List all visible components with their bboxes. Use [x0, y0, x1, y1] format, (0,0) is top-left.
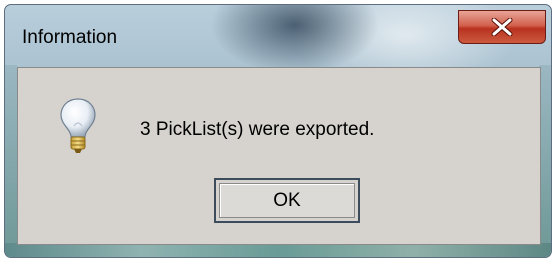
lightbulb-icon: [60, 98, 96, 153]
dialog-message: 3 PickList(s) were exported.: [140, 119, 375, 140]
close-button[interactable]: [458, 10, 546, 44]
ok-button-label: OK: [219, 183, 355, 218]
information-dialog: Information 3 PickList(s) were exported.…: [4, 4, 552, 258]
window-frame-bottom: [5, 243, 551, 257]
dialog-body: 3 PickList(s) were exported. OK: [17, 67, 541, 245]
dialog-title: Information: [22, 27, 118, 48]
window-frame-left: [5, 65, 17, 257]
close-icon: [491, 18, 513, 36]
ok-button[interactable]: OK: [214, 178, 360, 223]
